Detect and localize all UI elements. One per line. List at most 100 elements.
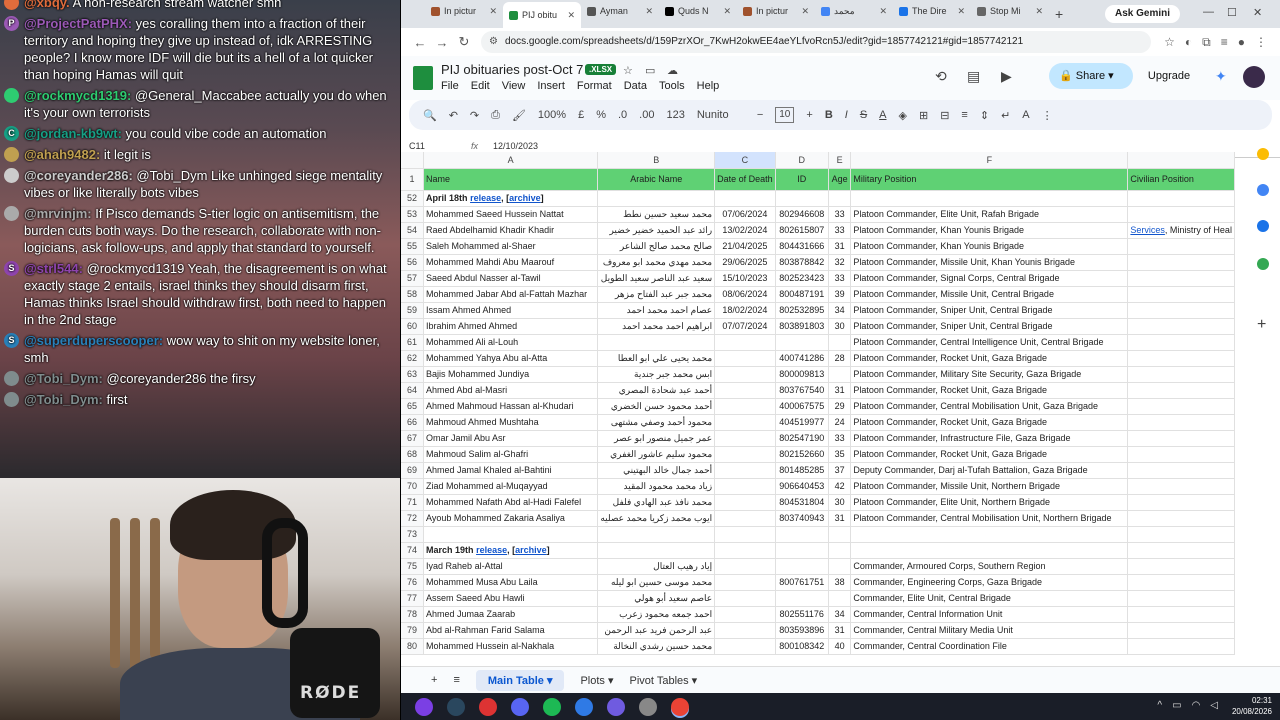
menu-format[interactable]: Format (577, 80, 612, 92)
age-cell[interactable]: 31 (828, 238, 852, 255)
arabic-name-cell[interactable]: محمد حسين رشدي النخالة (597, 638, 716, 655)
percent-icon[interactable]: % (596, 109, 606, 121)
id-cell[interactable]: 803878842 (775, 254, 829, 271)
age-cell[interactable]: 32 (828, 254, 852, 271)
maps-icon[interactable] (1257, 258, 1269, 270)
media-icon[interactable]: ≡ (1221, 35, 1228, 49)
military-position-cell[interactable]: Platoon Commander, Elite Unit, Northern … (850, 494, 1129, 511)
date-cell[interactable] (714, 350, 776, 367)
browser-tab[interactable]: محمد ✕ (815, 0, 893, 22)
header-cell[interactable]: Name (423, 168, 599, 191)
military-position-cell[interactable]: Commander, Central Information Unit (850, 606, 1129, 623)
add-sheet-icon[interactable]: + (431, 674, 437, 686)
header-cell[interactable]: Date of Death (714, 168, 776, 191)
civilian-position-cell[interactable] (1127, 478, 1235, 495)
chat-username[interactable]: @jordan-kb9wt: (24, 126, 122, 141)
increase-decimal-icon[interactable]: .00 (639, 109, 654, 121)
date-cell[interactable]: 07/06/2024 (714, 206, 776, 223)
age-cell[interactable]: 42 (828, 478, 852, 495)
civilian-position-link[interactable]: Services (1130, 225, 1165, 235)
account-avatar[interactable] (1243, 66, 1265, 88)
tab-close-icon[interactable]: ✕ (567, 10, 575, 21)
age-cell[interactable]: 34 (828, 302, 852, 319)
empty-cell[interactable] (1127, 542, 1235, 559)
civilian-position-cell[interactable] (1127, 638, 1235, 655)
name-cell[interactable]: Abd al-Rahman Farid Salama (423, 622, 599, 639)
contacts-icon[interactable] (1257, 220, 1269, 232)
date-cell[interactable] (714, 462, 776, 479)
row-number[interactable]: 66 (401, 414, 425, 431)
column-header[interactable]: D (775, 152, 829, 169)
row-number[interactable]: 80 (401, 638, 425, 655)
name-cell[interactable]: Bajis Mohammed Jundiya (423, 366, 599, 383)
merge-cells-icon[interactable]: ⊟ (940, 109, 949, 122)
archive-link[interactable]: archive (509, 193, 541, 203)
date-cell[interactable] (714, 478, 776, 495)
history-icon[interactable]: ⟲ (935, 68, 947, 85)
sheets-logo-icon[interactable] (413, 66, 433, 90)
id-cell[interactable]: 801485285 (775, 462, 829, 479)
sheet-tab-pivot-tables[interactable]: Pivot Tables ▾ (630, 674, 698, 687)
row-number[interactable]: 53 (401, 206, 425, 223)
empty-cell[interactable] (828, 542, 852, 559)
military-position-cell[interactable]: Platoon Commander, Khan Younis Brigade (850, 222, 1129, 239)
age-cell[interactable]: 37 (828, 462, 852, 479)
arabic-name-cell[interactable] (597, 334, 716, 351)
volume-icon[interactable]: ◁ (1210, 700, 1218, 711)
row-number[interactable]: 67 (401, 430, 425, 447)
menu-file[interactable]: File (441, 80, 459, 92)
civilian-position-cell[interactable] (1127, 574, 1235, 591)
header-cell[interactable]: ID (775, 168, 829, 191)
sheet-tab-main-table[interactable]: Main Table ▾ (475, 669, 565, 691)
military-position-cell[interactable]: Platoon Commander, Central Mobilisation … (850, 398, 1129, 415)
formula-input[interactable]: 12/10/2023 (485, 141, 538, 151)
app-icon[interactable] (639, 697, 657, 716)
name-cell[interactable]: Mahmoud Ahmed Mushtaha (423, 414, 599, 431)
date-cell[interactable] (714, 398, 776, 415)
column-header[interactable] (1127, 152, 1235, 169)
row-number[interactable]: 64 (401, 382, 425, 399)
id-cell[interactable]: 803767540 (775, 382, 829, 399)
redo-icon[interactable]: ↷ (470, 109, 479, 122)
name-cell[interactable]: Mohammed Yahya Abu al-Atta (423, 350, 599, 367)
tab-close-icon[interactable]: ✕ (723, 6, 731, 17)
align-icon[interactable]: ≡ (961, 109, 967, 121)
military-position-cell[interactable] (850, 526, 1129, 543)
id-cell[interactable]: 803593896 (775, 622, 829, 639)
row-number[interactable]: 74 (401, 542, 425, 559)
row-number[interactable]: 71 (401, 494, 425, 511)
date-cell[interactable] (714, 526, 776, 543)
military-position-cell[interactable]: Platoon Commander, Rocket Unit, Gaza Bri… (850, 414, 1129, 431)
browser-tab[interactable]: The Dire ✕ (893, 0, 971, 22)
row-number[interactable]: 62 (401, 350, 425, 367)
civilian-position-cell[interactable] (1127, 254, 1235, 271)
row-number[interactable]: 79 (401, 622, 425, 639)
id-cell[interactable]: 906640453 (775, 478, 829, 495)
archive-link[interactable]: archive (515, 545, 547, 555)
row-number[interactable]: 68 (401, 446, 425, 463)
arabic-name-cell[interactable]: محمود سليم عاشور الغفري (597, 446, 716, 463)
strikethrough-icon[interactable]: S (860, 109, 867, 121)
tab-close-icon[interactable]: ✕ (1035, 6, 1043, 17)
print-icon[interactable]: ⎙ (491, 109, 500, 122)
network-icon[interactable]: ▭ (1172, 700, 1181, 711)
id-cell[interactable] (775, 590, 829, 607)
civilian-position-cell[interactable] (1127, 206, 1235, 223)
id-cell[interactable] (775, 558, 829, 575)
gemini-icon[interactable]: ✦ (1215, 68, 1227, 85)
military-position-cell[interactable]: Deputy Commander, Darj al-Tufah Battalio… (850, 462, 1129, 479)
id-cell[interactable]: 802551176 (775, 606, 829, 623)
age-cell[interactable] (828, 558, 852, 575)
name-cell[interactable]: Omar Jamil Abu Asr (423, 430, 599, 447)
ask-gemini-button[interactable]: Ask Gemini (1105, 5, 1181, 23)
browser-tab[interactable]: In pictur ✕ (737, 0, 815, 22)
corner-cell[interactable] (401, 152, 425, 169)
empty-cell[interactable] (597, 542, 716, 559)
civilian-position-cell[interactable] (1127, 430, 1235, 447)
name-cell[interactable]: Ahmed Abd al-Masri (423, 382, 599, 399)
id-cell[interactable]: 800108342 (775, 638, 829, 655)
civilian-position-cell[interactable] (1127, 318, 1235, 335)
steam-icon[interactable] (447, 697, 465, 716)
age-cell[interactable]: 34 (828, 606, 852, 623)
column-header[interactable]: C (714, 152, 776, 169)
